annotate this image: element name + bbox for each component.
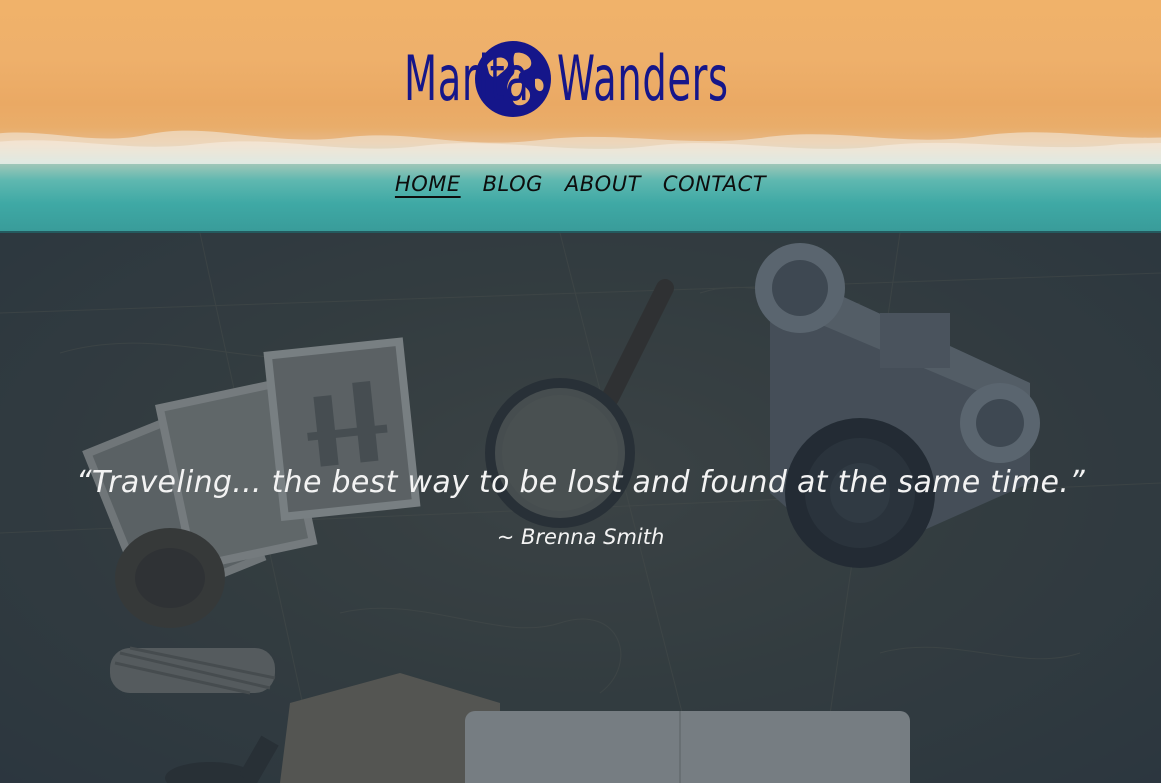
hero-overlay: [0, 233, 1161, 783]
site-header: Marita Wanders HOME BLOG ABOUT CONTACT: [0, 0, 1161, 233]
quote-author: ~ Brenna Smith: [496, 525, 665, 549]
nav-about[interactable]: ABOUT: [565, 172, 641, 196]
hero-section: “Traveling... the best way to be lost an…: [0, 233, 1161, 783]
page: Marita Wanders HOME BLOG ABOUT CONTACT “…: [0, 0, 1161, 783]
nav-home[interactable]: HOME: [395, 172, 461, 196]
brand-name-second: Wanders: [557, 42, 729, 115]
main-nav: HOME BLOG ABOUT CONTACT: [0, 172, 1161, 196]
hero-quote: “Traveling... the best way to be lost an…: [76, 465, 1085, 500]
brand-logo[interactable]: Marita Wanders: [0, 34, 1161, 124]
surf-decoration: [0, 130, 1161, 164]
brand-name-first: Marita: [403, 42, 530, 115]
nav-blog[interactable]: BLOG: [483, 172, 543, 196]
nav-contact[interactable]: CONTACT: [663, 172, 766, 196]
